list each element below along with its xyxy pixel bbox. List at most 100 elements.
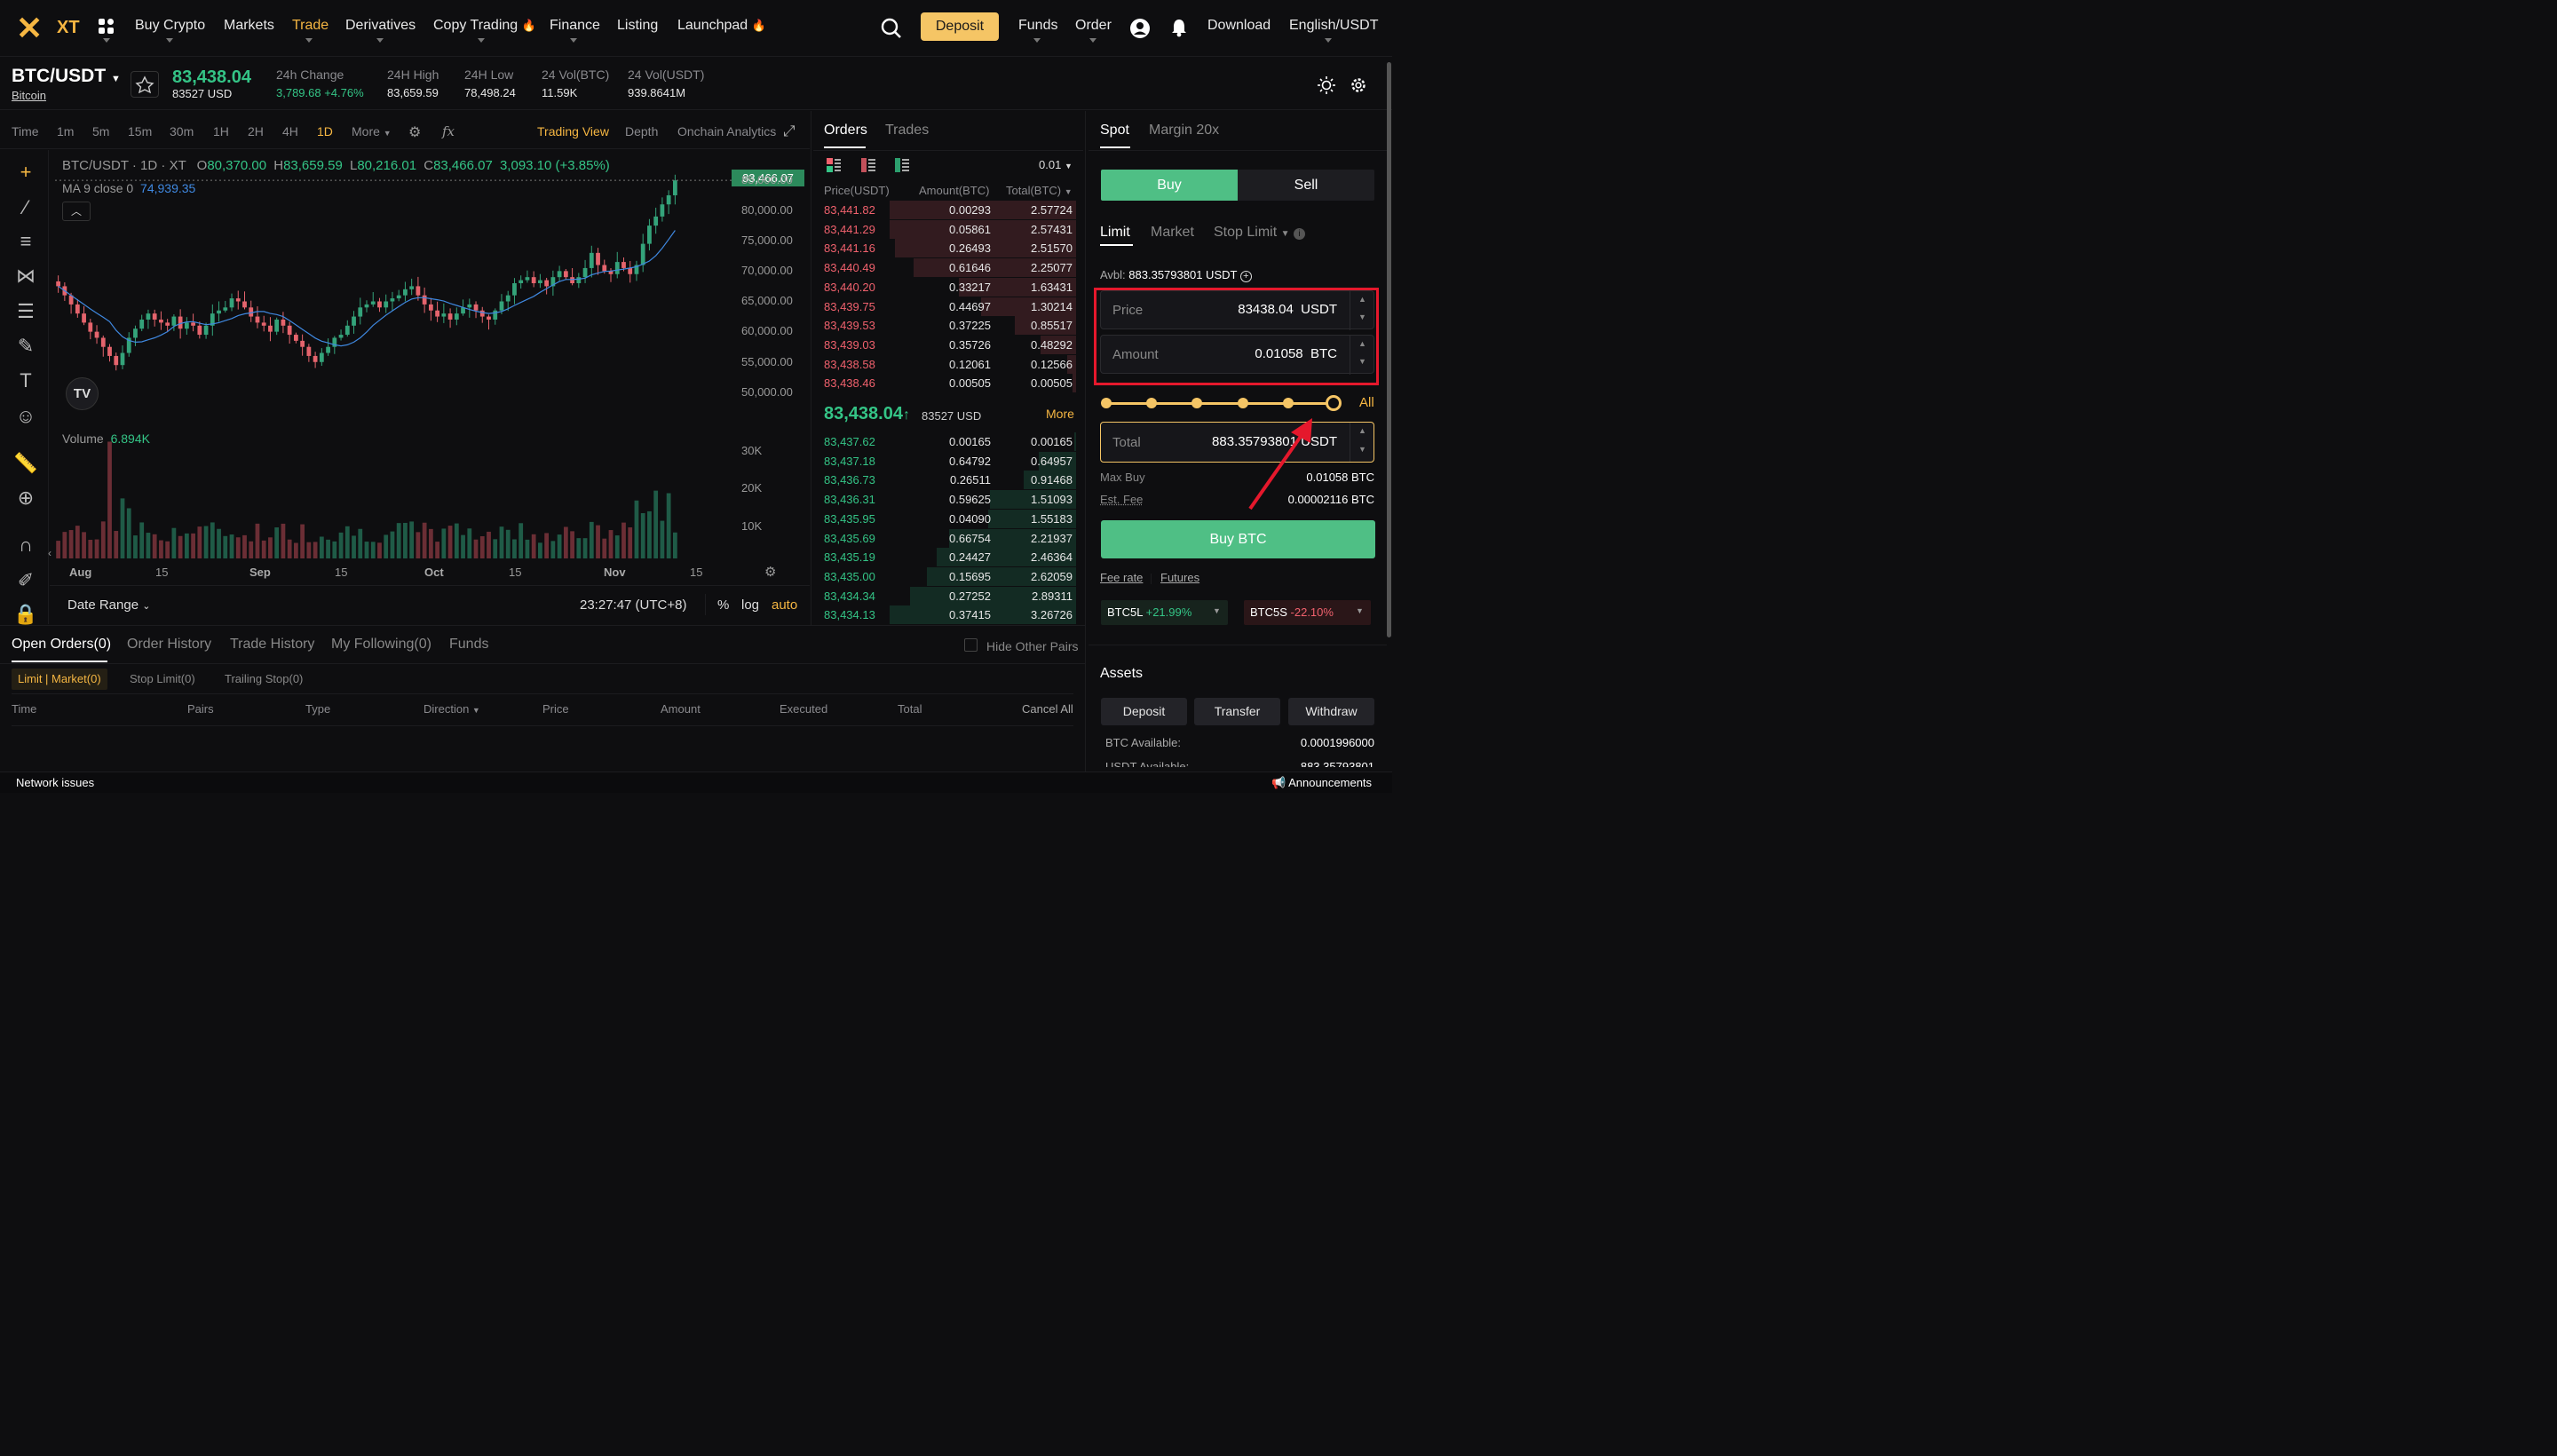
candle-body[interactable]	[255, 316, 260, 323]
candle-body[interactable]	[274, 319, 280, 332]
candle-body[interactable]	[666, 194, 671, 205]
book-both-view-icon[interactable]	[827, 158, 841, 172]
price-chart[interactable]	[50, 150, 810, 585]
step-down-icon[interactable]: ▼	[1358, 357, 1366, 366]
bid-row[interactable]: 83,434.34 0.27252 2.89311	[813, 586, 1080, 605]
bell-icon[interactable]	[1169, 18, 1189, 37]
candle-body[interactable]	[133, 328, 138, 338]
candle-body[interactable]	[82, 313, 86, 323]
interval-1m[interactable]: 1m	[57, 124, 74, 138]
slider-all-button[interactable]: All	[1359, 395, 1374, 410]
interval-1h[interactable]: 1H	[213, 124, 229, 138]
nav-funds[interactable]: Funds	[1018, 18, 1057, 34]
add-circle-icon[interactable]: +	[1239, 271, 1252, 282]
settings-gear-icon[interactable]	[1350, 76, 1367, 94]
candle-body[interactable]	[300, 340, 305, 347]
tab-trades[interactable]: Trades	[885, 123, 929, 138]
btc5l-selector[interactable]: BTC5L +21.99% ▼	[1101, 600, 1228, 625]
candle-body[interactable]	[428, 304, 433, 311]
slider-tick[interactable]	[1282, 398, 1294, 408]
candle-body[interactable]	[114, 355, 119, 366]
candle-body[interactable]	[390, 298, 395, 302]
fx-indicator-icon[interactable]: fx	[442, 123, 455, 139]
coin-name[interactable]: Bitcoin	[12, 89, 46, 102]
apps-grid-icon[interactable]	[98, 18, 115, 36]
percent-toggle[interactable]: %	[717, 597, 729, 613]
assets-deposit-button[interactable]: Deposit	[1101, 698, 1187, 725]
candle-body[interactable]	[197, 325, 202, 336]
view-trading-view[interactable]: Trading View	[537, 124, 609, 138]
sun-theme-icon[interactable]	[1318, 76, 1335, 94]
candle-body[interactable]	[416, 286, 421, 296]
btc5s-selector[interactable]: BTC5S -22.10% ▼	[1244, 600, 1371, 625]
assets-transfer-button[interactable]: Transfer	[1194, 698, 1280, 725]
candle-body[interactable]	[294, 335, 298, 341]
candle-body[interactable]	[235, 298, 241, 302]
step-up-icon[interactable]: ▲	[1358, 426, 1366, 435]
tab-order-history[interactable]: Order History	[127, 637, 211, 653]
interval-30m[interactable]: 30m	[170, 124, 194, 138]
candle-body[interactable]	[203, 325, 209, 336]
user-avatar-icon[interactable]	[1130, 19, 1150, 38]
candle-body[interactable]	[602, 265, 607, 272]
fullscreen-icon[interactable]: ⤢	[783, 123, 796, 140]
step-down-icon[interactable]: ▼	[1358, 445, 1366, 454]
slider-tick[interactable]	[1101, 398, 1112, 408]
interval-2h[interactable]: 2H	[248, 124, 264, 138]
ask-row[interactable]: 83,438.46 0.00505 0.00505	[813, 374, 1080, 393]
ask-row[interactable]: 83,438.58 0.12061 0.12566	[813, 354, 1080, 374]
candle-body[interactable]	[287, 325, 292, 336]
candle-body[interactable]	[473, 304, 479, 311]
interval-4h[interactable]: 4H	[282, 124, 298, 138]
horizontal-lines-icon[interactable]: ≡	[12, 228, 39, 255]
candle-body[interactable]	[178, 316, 183, 329]
candle-body[interactable]	[396, 295, 401, 299]
interval-5m[interactable]: 5m	[92, 124, 109, 138]
ask-row[interactable]: 83,439.53 0.37225 0.85517	[813, 316, 1080, 336]
candle-body[interactable]	[159, 319, 163, 323]
candle-body[interactable]	[338, 335, 344, 338]
subtab-stop-limit[interactable]: Stop Limit(0)	[130, 672, 195, 685]
nav-copy-trading[interactable]: Copy Trading 🔥	[433, 18, 536, 34]
price-stepper[interactable]: ▲ ▼	[1350, 291, 1374, 330]
bid-row[interactable]: 83,435.69 0.66754 2.21937	[813, 528, 1080, 548]
announcements-link[interactable]: 📢 Announcements	[1271, 776, 1372, 790]
bid-row[interactable]: 83,435.19 0.24427 2.46364	[813, 548, 1080, 567]
candle-body[interactable]	[384, 301, 389, 308]
candle-body[interactable]	[576, 277, 582, 283]
buy-btc-button[interactable]: Buy BTC	[1101, 520, 1375, 558]
price-input[interactable]: Price 83438.04 USDT ▲ ▼	[1100, 290, 1374, 330]
candle-body[interactable]	[358, 307, 363, 317]
candle-body[interactable]	[191, 322, 195, 326]
nav-order[interactable]: Order	[1075, 18, 1112, 34]
candle-body[interactable]	[171, 316, 177, 326]
view-depth[interactable]: Depth	[625, 124, 658, 138]
bid-row[interactable]: 83,437.18 0.64792 0.64957	[813, 451, 1080, 471]
candle-body[interactable]	[435, 310, 439, 317]
candle-body[interactable]	[352, 316, 356, 326]
slider-handle[interactable]	[1326, 395, 1342, 411]
precision-select[interactable]: 0.01 ▼	[1039, 158, 1073, 171]
subtab-limit-market[interactable]: Limit | Market(0)	[12, 669, 107, 690]
candle-body[interactable]	[557, 271, 562, 278]
deposit-button[interactable]: Deposit	[921, 12, 999, 41]
order-type-market[interactable]: Market	[1151, 225, 1194, 241]
indicator-settings-icon[interactable]: ⚙	[408, 123, 421, 141]
candle-body[interactable]	[152, 313, 157, 320]
ask-row[interactable]: 83,441.82 0.00293 2.57724	[813, 201, 1080, 219]
nav-trade[interactable]: Trade	[292, 18, 329, 34]
total-input[interactable]: Total 883.35793801 USDT ▲ ▼	[1100, 422, 1374, 463]
interval-1d[interactable]: 1D	[317, 124, 333, 138]
candle-body[interactable]	[377, 301, 382, 308]
candle-body[interactable]	[56, 281, 61, 287]
fee-rate-link[interactable]: Fee rate	[1100, 571, 1143, 584]
amount-stepper[interactable]: ▲ ▼	[1350, 336, 1374, 375]
trendline-icon[interactable]: ⁄	[12, 194, 39, 221]
crosshair-icon[interactable]: +	[12, 159, 39, 186]
candle-body[interactable]	[306, 346, 312, 356]
candle-body[interactable]	[582, 267, 588, 278]
ask-row[interactable]: 83,441.29 0.05861 2.57431	[813, 219, 1080, 239]
candle-body[interactable]	[505, 295, 511, 302]
candle-body[interactable]	[403, 289, 408, 296]
date-range-button[interactable]: Date Range ⌄	[67, 597, 150, 613]
